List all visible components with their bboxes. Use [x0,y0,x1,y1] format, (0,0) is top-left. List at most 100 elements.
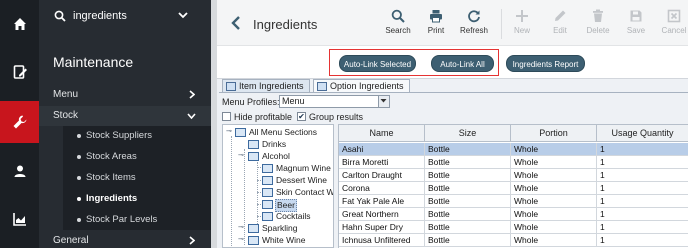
tree-node-label: Alcohol [262,151,290,161]
cell-size: Bottle [425,234,511,247]
back-arrow-icon[interactable] [230,15,242,31]
cell-size: Bottle [425,143,511,156]
nav-item-general[interactable]: General [39,231,211,248]
auto-link-selected-button[interactable]: Auto-Link Selected [339,55,416,72]
nav-item-label: Stock [53,110,79,121]
tree-node-label: Cocktails [276,211,311,221]
menu-section-tree[interactable]: ⊸ All Menu Sections Drinks ⊸ Alcohol Mag… [222,124,334,248]
nav-subitem-stock-par-levels[interactable]: Stock Par Levels [63,210,211,230]
print-button[interactable]: Print [416,9,456,39]
search-button[interactable]: Search [378,9,418,39]
table-row[interactable]: Fat Yak Pale Ale Bottle Whole 1 [339,195,688,208]
tree-guide [244,149,245,245]
column-header-portion[interactable]: Portion [511,125,597,142]
reports-button[interactable] [0,198,39,240]
cell-usage-quantity: 1 [597,195,688,208]
new-button-label: New [513,26,530,35]
menu-profiles-label: Menu Profiles: [222,97,280,107]
tree-guide [231,136,232,246]
person-icon [14,165,25,177]
tree-expand-toggle[interactable]: ⊸ [238,235,244,243]
ingredients-report-button[interactable]: Ingredients Report [506,55,585,72]
document-button[interactable] [0,51,39,93]
cancel-button[interactable]: Cancel [654,9,688,39]
print-button-label: Print [427,26,445,35]
tree-node-label: Sparkling [262,223,298,233]
save-button-label: Save [626,26,646,35]
table-row[interactable]: Carlton Draught Bottle Whole 1 [339,169,688,182]
folder-icon [262,176,273,185]
save-button[interactable]: Save [616,9,656,39]
delete-button-label: Delete [586,26,610,35]
column-header-size[interactable]: Size [425,125,511,142]
icon-rail [0,0,39,248]
cell-portion: Whole [511,143,597,156]
nav-subitem-stock-areas[interactable]: Stock Areas [63,147,211,167]
tree-expand-toggle[interactable]: ⊸ [238,151,244,159]
nav-subitem-ingredients[interactable]: Ingredients [63,189,211,209]
nav-item-stock[interactable]: Stock [39,106,211,126]
tree-expand-toggle[interactable]: ⊸ [238,223,244,231]
checkbox-box[interactable] [222,112,231,121]
table-icon [317,82,327,91]
delete-button[interactable]: Delete [578,9,618,39]
new-button[interactable]: New [502,9,542,39]
column-header-name[interactable]: Name [339,125,425,142]
tree-node-label: Dessert Wine [276,175,328,185]
table-row[interactable]: Great Northern Bottle Whole 1 [339,208,688,221]
cell-portion: Whole [511,234,597,247]
nav-subitem-stock-items[interactable]: Stock Items [63,168,211,188]
maintenance-button[interactable] [0,101,39,143]
nav-search-value[interactable]: ingredients [73,10,127,22]
edit-button[interactable]: Edit [540,9,580,39]
tab-option-ingredients[interactable]: Option Ingredients [313,79,410,93]
folder-icon [262,200,273,209]
tree-guide [257,162,258,224]
table-row[interactable]: Birra Moretti Bottle Whole 1 [339,156,688,169]
nav-item-menu[interactable]: Menu [39,85,211,105]
tree-node-label: Drinks [262,139,287,149]
table-row[interactable]: Asahi Bottle Whole 1 [339,143,688,156]
nav-subitem-label: Stock Areas [86,151,137,162]
table-row[interactable]: Ichnusa Unfiltered Bottle Whole 1 [339,234,688,247]
cell-usage-quantity: 1 [597,156,688,169]
bullet-icon [77,197,81,201]
ingredients-table[interactable]: Name Size Portion Usage Quantity Asahi B… [338,124,688,248]
menu-profiles-select[interactable]: Menu [279,95,390,108]
checkbox-box[interactable]: ✔ [297,112,306,121]
tab-item-ingredients[interactable]: Item Ingredients [222,79,310,93]
cell-portion: Whole [511,195,597,208]
nav-search[interactable]: ingredients [39,0,211,34]
tree-expand-toggle[interactable]: ⊸ [226,127,232,135]
checkbox-label: Hide profitable [234,112,293,122]
nav-item-label: Menu [53,89,79,100]
cell-portion: Whole [511,156,597,169]
cell-usage-quantity: 1 [597,234,688,247]
chevron-down-icon [380,99,387,103]
cell-name: Great Northern [339,208,425,221]
floppy-disk-icon [630,10,642,22]
dropdown-arrow[interactable] [378,96,389,107]
tab-label: Item Ingredients [239,81,304,91]
nav-subitem-label: Stock Items [86,172,136,183]
refresh-button[interactable]: Refresh [454,9,494,39]
chevron-right-icon [189,236,195,245]
bullet-icon [77,134,81,138]
cell-size: Bottle [425,221,511,234]
auto-link-all-button[interactable]: Auto-Link All [431,55,494,72]
chevron-down-icon[interactable] [178,11,188,19]
table-row[interactable]: Corona Bottle Whole 1 [339,182,688,195]
trash-icon [593,9,603,22]
nav-heading: Maintenance [53,54,134,70]
cell-portion: Whole [511,221,597,234]
hide-profitable-checkbox[interactable]: Hide profitable [222,112,292,122]
nav-subitem-stock-suppliers[interactable]: Stock Suppliers [63,126,211,146]
user-button[interactable] [0,150,39,192]
tab-label: Option Ingredients [330,81,404,91]
nav-item-label: General [53,235,89,246]
column-header-usage-quantity[interactable]: Usage Quantity [597,125,688,142]
table-row[interactable]: Hahn Super Dry Bottle Whole 1 [339,221,688,234]
tree-node-label: All Menu Sections [249,127,318,137]
group-results-checkbox[interactable]: ✔ Group results [297,112,363,122]
home-button[interactable] [0,3,39,45]
